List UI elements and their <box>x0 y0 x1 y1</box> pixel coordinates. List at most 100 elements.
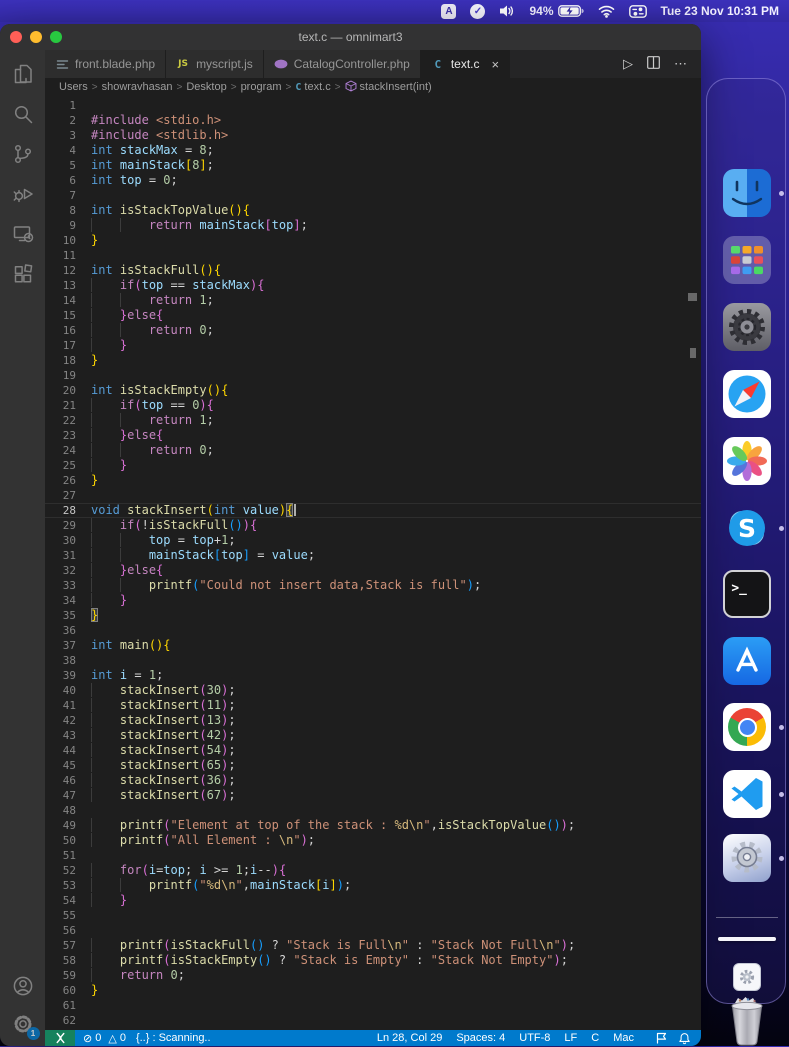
dock-item-finder[interactable] <box>707 169 787 217</box>
code-line-33[interactable]: 33 printf("Could not insert data,Stack i… <box>45 578 701 593</box>
tab-text.c[interactable]: Ctext.c× <box>421 50 510 78</box>
run-code-button[interactable]: ▷ <box>623 56 633 72</box>
source-control-icon[interactable] <box>11 142 35 166</box>
code-line-54[interactable]: 54 } <box>45 893 701 908</box>
code-line-52[interactable]: 52 for(i=top; i >= 1;i--){ <box>45 863 701 878</box>
breadcrumb-item-program[interactable]: program <box>241 81 282 93</box>
dock-item-chrome[interactable] <box>707 703 787 751</box>
code-line-58[interactable]: 58 printf(isStackEmpty() ? "Stack is Emp… <box>45 953 701 968</box>
status-lf[interactable]: LF <box>557 1032 584 1044</box>
code-line-50[interactable]: 50 printf("All Element : \n"); <box>45 833 701 848</box>
code-line-39[interactable]: 39int i = 1; <box>45 668 701 683</box>
minimize-window-button[interactable] <box>30 31 42 43</box>
code-line-42[interactable]: 42 stackInsert(13); <box>45 713 701 728</box>
dock-item-photos[interactable] <box>707 437 787 485</box>
search-icon[interactable] <box>11 102 35 126</box>
breadcrumb-item-text.c[interactable]: Ctext.c <box>295 81 330 93</box>
code-line-46[interactable]: 46 stackInsert(36); <box>45 773 701 788</box>
code-line-19[interactable]: 19 <box>45 368 701 383</box>
dock-item-skype[interactable]: S <box>707 504 787 552</box>
menu-bar-clock[interactable]: Tue 23 Nov 10:31 PM <box>661 4 780 18</box>
code-line-25[interactable]: 25 } <box>45 458 701 473</box>
code-line-51[interactable]: 51 <box>45 848 701 863</box>
check-circle-icon[interactable]: ✓ <box>470 4 485 19</box>
code-line-23[interactable]: 23 }else{ <box>45 428 701 443</box>
code-line-22[interactable]: 22 return 1; <box>45 413 701 428</box>
status-spaces-4[interactable]: Spaces: 4 <box>449 1032 512 1044</box>
code-line-2[interactable]: 2#include <stdio.h> <box>45 113 701 128</box>
code-line-12[interactable]: 12int isStackFull(){ <box>45 263 701 278</box>
control-center-icon[interactable] <box>629 5 647 18</box>
code-line-3[interactable]: 3#include <stdlib.h> <box>45 128 701 143</box>
code-line-40[interactable]: 40 stackInsert(30); <box>45 683 701 698</box>
wifi-icon[interactable] <box>598 5 615 18</box>
code-line-34[interactable]: 34 } <box>45 593 701 608</box>
code-line-18[interactable]: 18} <box>45 353 701 368</box>
breadcrumb-item-stackInsert(int)[interactable]: stackInsert(int) <box>345 80 432 95</box>
explorer-icon[interactable] <box>11 62 35 86</box>
status-ln-28-col-29[interactable]: Ln 28, Col 29 <box>370 1032 449 1044</box>
code-line-1[interactable]: 1 <box>45 98 701 113</box>
code-line-55[interactable]: 55 <box>45 908 701 923</box>
status-mac[interactable]: Mac <box>606 1032 641 1044</box>
breadcrumb-item-Desktop[interactable]: Desktop <box>186 81 226 93</box>
tab-CatalogController.php[interactable]: CatalogController.php <box>264 50 421 78</box>
dock-item-app-store[interactable] <box>707 637 787 685</box>
code-line-8[interactable]: 8int isStackTopValue(){ <box>45 203 701 218</box>
settings-gear-icon[interactable]: 1 <box>11 1012 35 1036</box>
code-line-48[interactable]: 48 <box>45 803 701 818</box>
code-line-41[interactable]: 41 stackInsert(11); <box>45 698 701 713</box>
code-line-4[interactable]: 4int stackMax = 8; <box>45 143 701 158</box>
close-window-button[interactable] <box>10 31 22 43</box>
status-c[interactable]: C <box>584 1032 606 1044</box>
close-tab-icon[interactable]: × <box>492 58 500 71</box>
dock-item-system-settings[interactable] <box>707 303 787 351</box>
dock-item-safari[interactable] <box>707 370 787 418</box>
code-line-16[interactable]: 16 return 0; <box>45 323 701 338</box>
input-source-key-icon[interactable]: A <box>441 4 456 19</box>
dock-item-vscode[interactable] <box>707 770 787 818</box>
code-line-9[interactable]: 9 return mainStack[top]; <box>45 218 701 233</box>
code-line-15[interactable]: 15 }else{ <box>45 308 701 323</box>
code-line-26[interactable]: 26} <box>45 473 701 488</box>
language-status[interactable]: {..} : Scanning.. <box>136 1032 211 1044</box>
remote-indicator[interactable] <box>45 1030 75 1046</box>
code-line-53[interactable]: 53 printf("%d\n",mainStack[i]); <box>45 878 701 893</box>
code-line-36[interactable]: 36 <box>45 623 701 638</box>
code-line-10[interactable]: 10} <box>45 233 701 248</box>
window-titlebar[interactable]: text.c — omnimart3 <box>0 24 701 50</box>
code-line-32[interactable]: 32 }else{ <box>45 563 701 578</box>
code-line-17[interactable]: 17 } <box>45 338 701 353</box>
breadcrumb-item-showravhasan[interactable]: showravhasan <box>102 81 173 93</box>
battery-status[interactable]: 94% <box>529 4 583 18</box>
code-line-24[interactable]: 24 return 0; <box>45 443 701 458</box>
code-line-7[interactable]: 7 <box>45 188 701 203</box>
zoom-window-button[interactable] <box>50 31 62 43</box>
feedback-icon[interactable] <box>649 1032 674 1044</box>
tab-front.blade.php[interactable]: front.blade.php <box>45 50 166 78</box>
more-actions-button[interactable]: ⋯ <box>674 56 687 72</box>
dock-minimized-window[interactable] <box>718 937 776 941</box>
remote-explorer-icon[interactable] <box>11 222 35 246</box>
code-line-14[interactable]: 14 return 1; <box>45 293 701 308</box>
code-line-47[interactable]: 47 stackInsert(67); <box>45 788 701 803</box>
code-line-44[interactable]: 44 stackInsert(54); <box>45 743 701 758</box>
code-line-5[interactable]: 5int mainStack[8]; <box>45 158 701 173</box>
code-line-56[interactable]: 56 <box>45 923 701 938</box>
dock-item-terminal[interactable]: >_ <box>707 570 787 618</box>
code-line-43[interactable]: 43 stackInsert(42); <box>45 728 701 743</box>
dock-item-installer-doc[interactable] <box>707 963 787 991</box>
code-line-38[interactable]: 38 <box>45 653 701 668</box>
accounts-icon[interactable] <box>11 974 35 998</box>
code-line-28[interactable]: 28void stackInsert(int value){ <box>45 503 701 518</box>
notifications-bell-icon[interactable] <box>674 1032 701 1045</box>
run-and-debug-icon[interactable] <box>11 182 35 206</box>
code-line-20[interactable]: 20int isStackEmpty(){ <box>45 383 701 398</box>
code-line-61[interactable]: 61 <box>45 998 701 1013</box>
split-editor-button[interactable] <box>647 56 660 72</box>
dock-item-gear-utility-app[interactable] <box>707 834 787 882</box>
dock-item-trash[interactable] <box>707 991 787 1047</box>
code-line-21[interactable]: 21 if(top == 0){ <box>45 398 701 413</box>
code-line-29[interactable]: 29 if(!isStackFull()){ <box>45 518 701 533</box>
code-line-45[interactable]: 45 stackInsert(65); <box>45 758 701 773</box>
